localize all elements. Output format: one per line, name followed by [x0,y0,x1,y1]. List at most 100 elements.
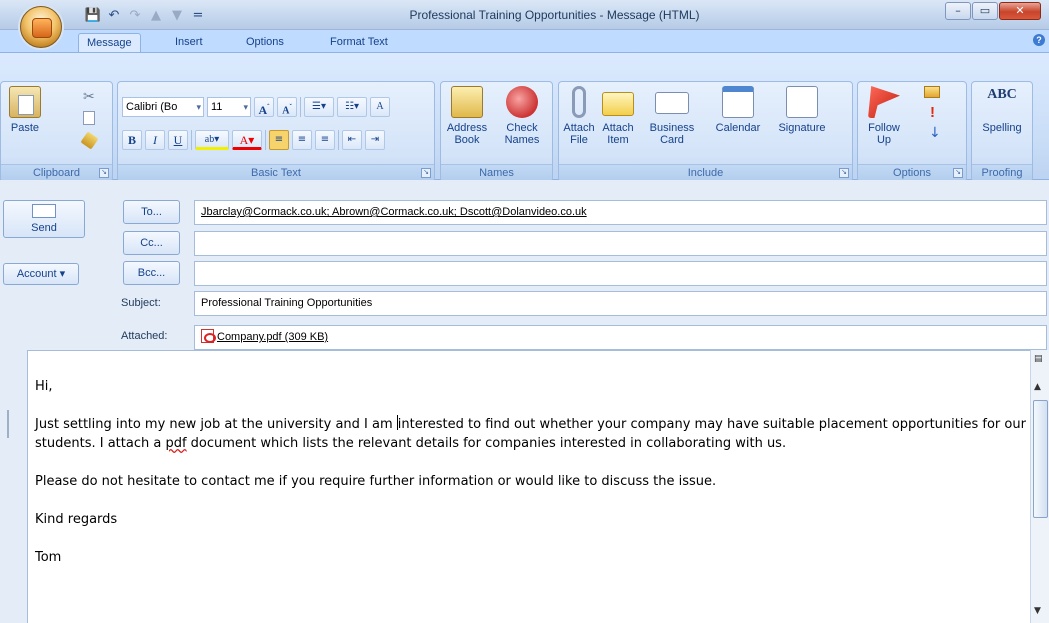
styles-icon[interactable]: A [370,97,390,117]
align-left-button[interactable]: ≡ [269,130,289,150]
to-field[interactable]: Jbarclay@Cormack.co.uk; Abrown@Cormack.c… [194,200,1047,225]
tab-options[interactable]: Options [238,33,292,52]
body-closing: Kind regards [35,512,118,527]
ruler-toggle-icon[interactable]: ▤ [1034,354,1043,364]
cut-icon[interactable]: ✂ [83,88,95,105]
bullets-button[interactable]: ☰▾ [304,97,334,117]
clipboard-group-label: Clipboard [1,164,112,181]
basic-text-group-label: Basic Text [118,164,434,181]
font-color-button[interactable]: A▾ [232,130,262,150]
follow-up-button[interactable]: Follow Up [862,86,906,146]
tab-insert[interactable]: Insert [167,33,211,52]
maximize-button[interactable]: ▭ [972,2,998,20]
pdf-icon [201,329,216,343]
bold-button[interactable]: B [122,130,142,150]
calendar-button[interactable]: Calendar [709,86,767,134]
grow-font-button[interactable]: Aˆ [254,97,274,117]
body-paragraph-2: Please do not hesitate to contact me if … [35,474,717,489]
proofing-group: ABC Spelling Proofing [971,81,1033,182]
numbering-button[interactable]: ☷▾ [337,97,367,117]
low-importance-icon[interactable]: ↓ [929,125,941,141]
body-scrollbar[interactable]: ▤ ▲ ▼ [1030,350,1049,623]
tab-format-text[interactable]: Format Text [322,33,396,52]
italic-button[interactable]: I [145,130,165,150]
body-paragraph-1: Just settling into my new job at the uni… [35,415,1026,451]
spelling-error-pdf[interactable]: pdf [165,436,186,451]
increase-indent-button[interactable]: ⇥ [365,130,385,150]
bcc-field[interactable] [194,261,1047,286]
calendar-icon [722,86,754,118]
names-group: Address Book Check Names Names [440,81,553,182]
underline-button[interactable]: U [168,130,188,150]
attach-file-button[interactable]: Attach File [563,86,595,146]
check-names-label: Check Names [504,122,540,146]
subject-label: Subject: [121,297,161,309]
address-book-button[interactable]: Address Book [443,86,491,146]
body-left-margin [0,350,27,623]
scroll-thumb[interactable] [1033,400,1048,518]
account-button[interactable]: Account ▾ [3,263,79,285]
attachment-field: Company.pdf (309 KB) [194,325,1047,350]
paste-button[interactable]: Paste [7,86,43,134]
cc-button[interactable]: Cc... [123,231,180,255]
include-group-label: Include [559,164,852,181]
signature-label: Signature [778,122,826,134]
bcc-button[interactable]: Bcc... [123,261,180,285]
basic-text-launcher[interactable]: ↘ [421,168,431,178]
signature-button[interactable]: Signature [771,86,833,134]
check-names-button[interactable]: Check Names [497,86,547,146]
ribbon-tabs: Message Insert Options Format Text ? [0,30,1049,53]
cc-field[interactable] [194,231,1047,256]
body-greeting: Hi, [35,379,53,394]
title-bar: 💾 ↶ ↷ ▲ ▼ = Professional Training Opport… [0,0,1049,48]
align-center-button[interactable]: ≡ [292,130,312,150]
subject-field[interactable]: Professional Training Opportunities [194,291,1047,316]
options-group-label: Options [858,164,966,181]
font-name-select[interactable]: Calibri (Bo [122,97,204,117]
close-button[interactable]: ✕ [999,2,1041,20]
include-group: Attach File Attach Item Business Card Ca… [558,81,853,182]
names-group-label: Names [441,164,552,181]
copy-icon[interactable] [83,111,95,125]
body-signature: Tom [35,550,62,565]
envelope-icon [602,92,634,116]
format-painter-icon[interactable] [80,131,99,150]
basic-text-group: Calibri (Bo 11 Aˆ Aˇ ☰▾ ☷▾ A B I U ab▾ A… [117,81,435,182]
high-importance-icon[interactable]: ! [930,104,935,121]
clipboard-launcher[interactable]: ↘ [99,168,109,178]
business-card-button[interactable]: Business Card [641,86,703,146]
categorize-icon[interactable] [924,86,940,98]
scroll-up-icon[interactable]: ▲ [1034,382,1041,392]
shrink-font-button[interactable]: Aˇ [277,97,297,117]
highlight-button[interactable]: ab▾ [195,130,229,150]
font-size-select[interactable]: 11 [207,97,251,117]
to-button[interactable]: To... [123,200,180,224]
send-button[interactable]: Send [3,200,85,238]
minimize-button[interactable]: – [945,2,971,20]
ribbon: Paste ✂ Clipboard ↘ Calibri (Bo 11 Aˆ Aˇ… [0,52,1049,182]
spelling-abc-icon: ABC [987,87,1017,102]
clipboard-group: Paste ✂ Clipboard ↘ [0,81,113,182]
signature-icon [786,86,818,118]
attachment-link[interactable]: Company.pdf (309 KB) [217,331,328,343]
decrease-indent-button[interactable]: ⇤ [342,130,362,150]
include-launcher[interactable]: ↘ [839,168,849,178]
format-row: B I U ab▾ A▾ ≡ ≡ ≡ ⇤ ⇥ [122,130,385,150]
office-button[interactable] [20,6,62,48]
attach-item-button[interactable]: Attach Item [601,86,635,146]
spelling-button[interactable]: ABC Spelling [976,86,1028,134]
red-flag-icon [868,86,900,118]
align-right-button[interactable]: ≡ [315,130,335,150]
check-names-icon [506,86,538,118]
scroll-down-icon[interactable]: ▼ [1034,606,1041,616]
message-body[interactable]: Hi, Just settling into my new job at the… [27,350,1047,623]
attach-item-label: Attach Item [602,122,634,146]
paperclip-icon [572,86,586,118]
tab-message[interactable]: Message [78,33,141,53]
attach-file-label: Attach File [563,122,595,146]
to-recipients: Jbarclay@Cormack.co.uk; Abrown@Cormack.c… [201,206,587,218]
help-icon[interactable]: ? [1033,34,1045,46]
options-group: Follow Up ! ↓ Options ↘ [857,81,967,182]
business-card-label: Business Card [649,122,695,146]
options-launcher[interactable]: ↘ [953,168,963,178]
